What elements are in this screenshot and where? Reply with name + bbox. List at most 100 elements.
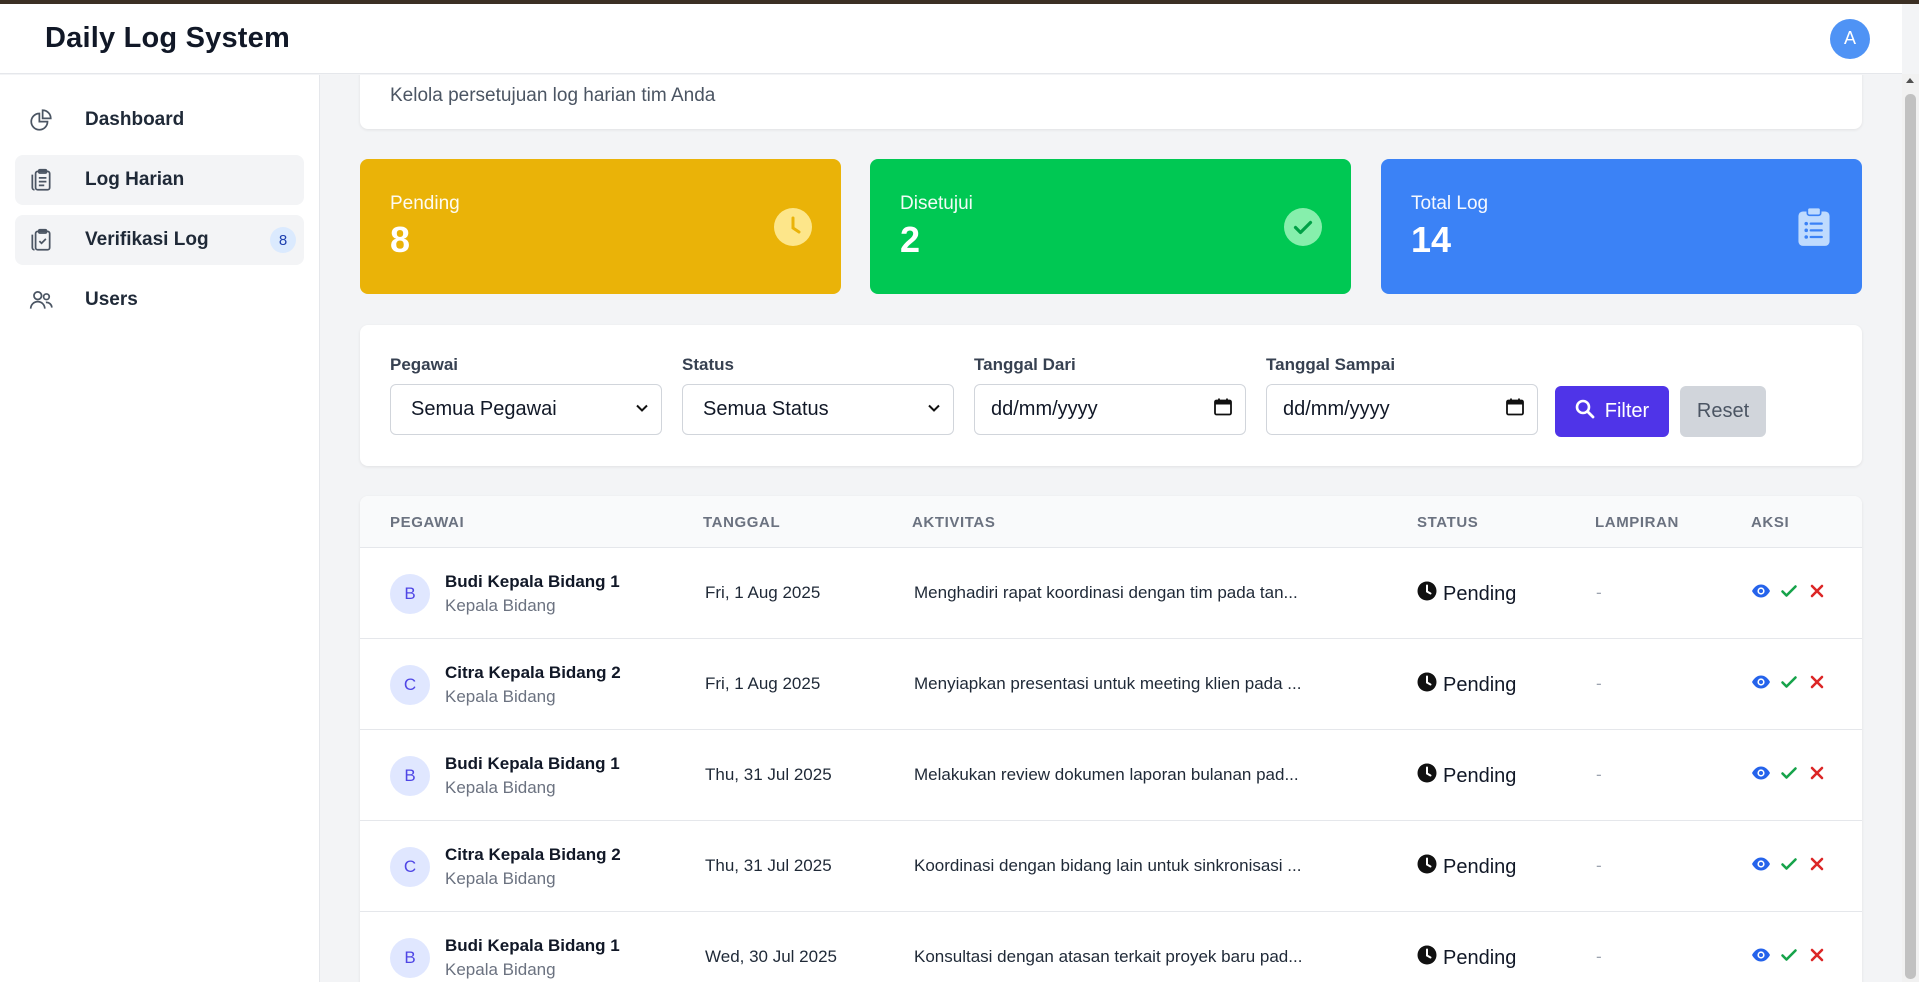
reject-close-icon[interactable] [1807,854,1827,874]
table-row[interactable]: B Budi Kepala Bidang 1 Kepala Bidang Fri… [360,548,1862,639]
column-header-aksi: AKSI [1751,514,1790,531]
sidebar-item-label: Dashboard [85,109,185,130]
sidebar-item-log-harian[interactable]: Log Harian [15,155,304,205]
view-icon[interactable] [1751,763,1771,783]
table-header: PEGAWAI TANGGAL AKTIVITAS STATUS LAMPIRA… [360,496,1862,548]
log-date: Thu, 31 Jul 2025 [705,856,832,875]
clock-icon [773,207,813,247]
sidebar-item-dashboard[interactable]: Dashboard [15,95,304,145]
reject-close-icon[interactable] [1807,672,1827,692]
employee-name: Citra Kepala Bidang 2 [445,845,621,864]
date-placeholder: dd/mm/yyyy [1283,398,1390,420]
log-activity: Menghadiri rapat koordinasi dengan tim p… [914,583,1298,602]
table-row[interactable]: C Citra Kepala Bidang 2 Kepala Bidang Th… [360,821,1862,912]
approve-check-icon[interactable] [1779,581,1799,601]
select-value: Semua Pegawai [411,398,557,420]
reset-button[interactable]: Reset [1680,386,1766,437]
row-actions [1751,581,1827,601]
page-scrollbar[interactable] [1902,74,1919,982]
filter-pegawai: Pegawai Semua Pegawai [390,355,662,435]
filter-label: Pegawai [390,355,459,374]
log-activity: Menyiapkan presentasi untuk meeting klie… [914,674,1302,693]
table-row[interactable]: B Budi Kepala Bidang 1 Kepala Bidang Thu… [360,730,1862,821]
stat-value: 14 [1411,219,1452,260]
pegawai-select[interactable]: Semua Pegawai [390,384,662,435]
select-value: Semua Status [703,398,829,420]
log-date: Thu, 31 Jul 2025 [705,765,832,784]
approve-check-icon[interactable] [1779,854,1799,874]
date-placeholder: dd/mm/yyyy [991,398,1098,420]
sidebar-item-users[interactable]: Users [15,275,304,325]
reject-close-icon[interactable] [1807,763,1827,783]
attachment-value: - [1596,856,1602,875]
sidebar-item-label: Verifikasi Log [85,229,209,250]
date-from-input[interactable]: dd/mm/yyyy [974,384,1246,435]
clock-icon [1417,581,1437,607]
sidebar-item-verifikasi-log[interactable]: Verifikasi Log 8 [15,215,304,265]
row-actions [1751,945,1827,965]
view-icon[interactable] [1751,854,1771,874]
clipboard-check-icon [27,226,55,254]
calendar-icon[interactable] [1505,397,1525,423]
stat-card-total: Total Log 14 [1381,159,1862,294]
employee-avatar: C [390,847,430,887]
log-activity: Melakukan review dokumen laporan bulanan… [914,765,1299,784]
clock-icon [1417,945,1437,971]
approve-check-icon[interactable] [1779,945,1799,965]
app-header: Daily Log System A [0,4,1902,74]
view-icon[interactable] [1751,581,1771,601]
row-actions [1751,854,1827,874]
status-badge: Pending [1417,763,1516,789]
filter-status: Status Semua Status [682,355,954,435]
log-activity: Konsultasi dengan atasan terkait proyek … [914,947,1303,966]
log-date: Fri, 1 Aug 2025 [705,583,821,602]
chevron-down-icon [635,398,649,421]
main-content: Kelola persetujuan log harian tim Anda P… [321,75,1902,982]
user-avatar[interactable]: A [1830,18,1870,59]
column-header-pegawai: PEGAWAI [390,514,465,531]
filter-date-from: Tanggal Dari dd/mm/yyyy [974,355,1246,435]
status-select[interactable]: Semua Status [682,384,954,435]
reject-close-icon[interactable] [1807,581,1827,601]
filter-label: Status [682,355,734,374]
clipboard-list-icon [27,166,55,194]
employee-name: Budi Kepala Bidang 1 [445,572,620,591]
status-text: Pending [1443,582,1517,605]
status-text: Pending [1443,946,1517,969]
attachment-value: - [1596,947,1602,966]
status-text: Pending [1443,764,1517,787]
stat-label: Disetujui [900,193,973,214]
view-icon[interactable] [1751,672,1771,692]
log-date: Fri, 1 Aug 2025 [705,674,821,693]
app-title: Daily Log System [45,22,290,54]
reject-close-icon[interactable] [1807,945,1827,965]
table-body: B Budi Kepala Bidang 1 Kepala Bidang Fri… [360,548,1862,982]
table-row[interactable]: C Citra Kepala Bidang 2 Kepala Bidang Fr… [360,639,1862,730]
scrollbar-thumb[interactable] [1905,94,1916,979]
column-header-aktivitas: AKTIVITAS [912,514,996,531]
approve-check-icon[interactable] [1779,763,1799,783]
attachment-value: - [1596,674,1602,693]
stat-label: Total Log [1411,193,1489,214]
approve-check-icon[interactable] [1779,672,1799,692]
employee-avatar: B [390,938,430,978]
attachment-value: - [1596,765,1602,784]
filter-label: Tanggal Sampai [1266,355,1396,374]
clock-icon [1417,763,1437,789]
chevron-down-icon [927,398,941,421]
table-row[interactable]: B Budi Kepala Bidang 1 Kepala Bidang Wed… [360,912,1862,982]
view-icon[interactable] [1751,945,1771,965]
employee-role: Kepala Bidang [445,869,556,888]
clipboard-list-icon [1794,207,1834,247]
status-text: Pending [1443,673,1517,696]
search-icon [1575,399,1595,425]
calendar-icon[interactable] [1213,397,1233,423]
employee-avatar: B [390,574,430,614]
stat-label: Pending [390,193,460,214]
filter-label: Tanggal Dari [974,355,1076,374]
filter-button[interactable]: Filter [1555,386,1669,437]
page-header-card: Kelola persetujuan log harian tim Anda [360,75,1862,129]
date-to-input[interactable]: dd/mm/yyyy [1266,384,1538,435]
sidebar-item-label: Users [85,289,138,310]
scroll-up-arrow-icon[interactable] [1906,78,1914,83]
